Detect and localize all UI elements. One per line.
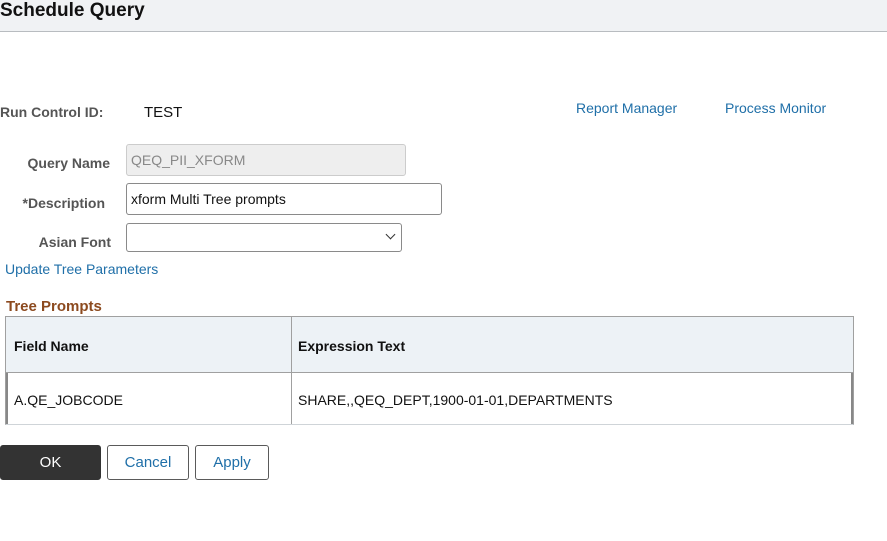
asian-font-select[interactable] — [126, 223, 402, 252]
ok-button[interactable]: OK — [0, 445, 101, 480]
query-name-field: QEQ_PII_XFORM — [126, 144, 406, 176]
grid-column-divider — [291, 317, 292, 424]
asian-font-label: Asian Font — [38, 234, 111, 250]
query-name-label: Query Name — [27, 155, 110, 171]
apply-button[interactable]: Apply — [195, 445, 269, 480]
column-header-field-name: Field Name — [14, 338, 89, 354]
grid-header-row — [6, 317, 853, 373]
chevron-down-icon — [385, 229, 396, 240]
description-value: xform Multi Tree prompts — [131, 191, 286, 207]
update-tree-parameters-link[interactable]: Update Tree Parameters — [5, 261, 158, 277]
tree-prompts-grid: Field Name Expression Text A.QE_JOBCODE … — [5, 316, 854, 425]
column-header-expression-text: Expression Text — [298, 338, 406, 354]
cell-field-name: A.QE_JOBCODE — [14, 392, 123, 408]
tree-prompts-title: Tree Prompts — [6, 298, 102, 315]
page-header: Schedule Query — [0, 0, 887, 32]
report-manager-link[interactable]: Report Manager — [576, 100, 677, 116]
query-name-value: QEQ_PII_XFORM — [131, 152, 246, 168]
process-monitor-link[interactable]: Process Monitor — [725, 100, 826, 116]
description-input[interactable]: xform Multi Tree prompts — [126, 183, 442, 215]
page-title: Schedule Query — [0, 0, 145, 21]
cancel-button[interactable]: Cancel — [107, 445, 189, 480]
run-control-value: TEST — [144, 104, 183, 121]
cell-expression-text: SHARE,,QEQ_DEPT,1900-01-01,DEPARTMENTS — [298, 392, 613, 408]
description-label: *Description — [22, 195, 105, 211]
run-control-label: Run Control ID: — [0, 104, 104, 120]
